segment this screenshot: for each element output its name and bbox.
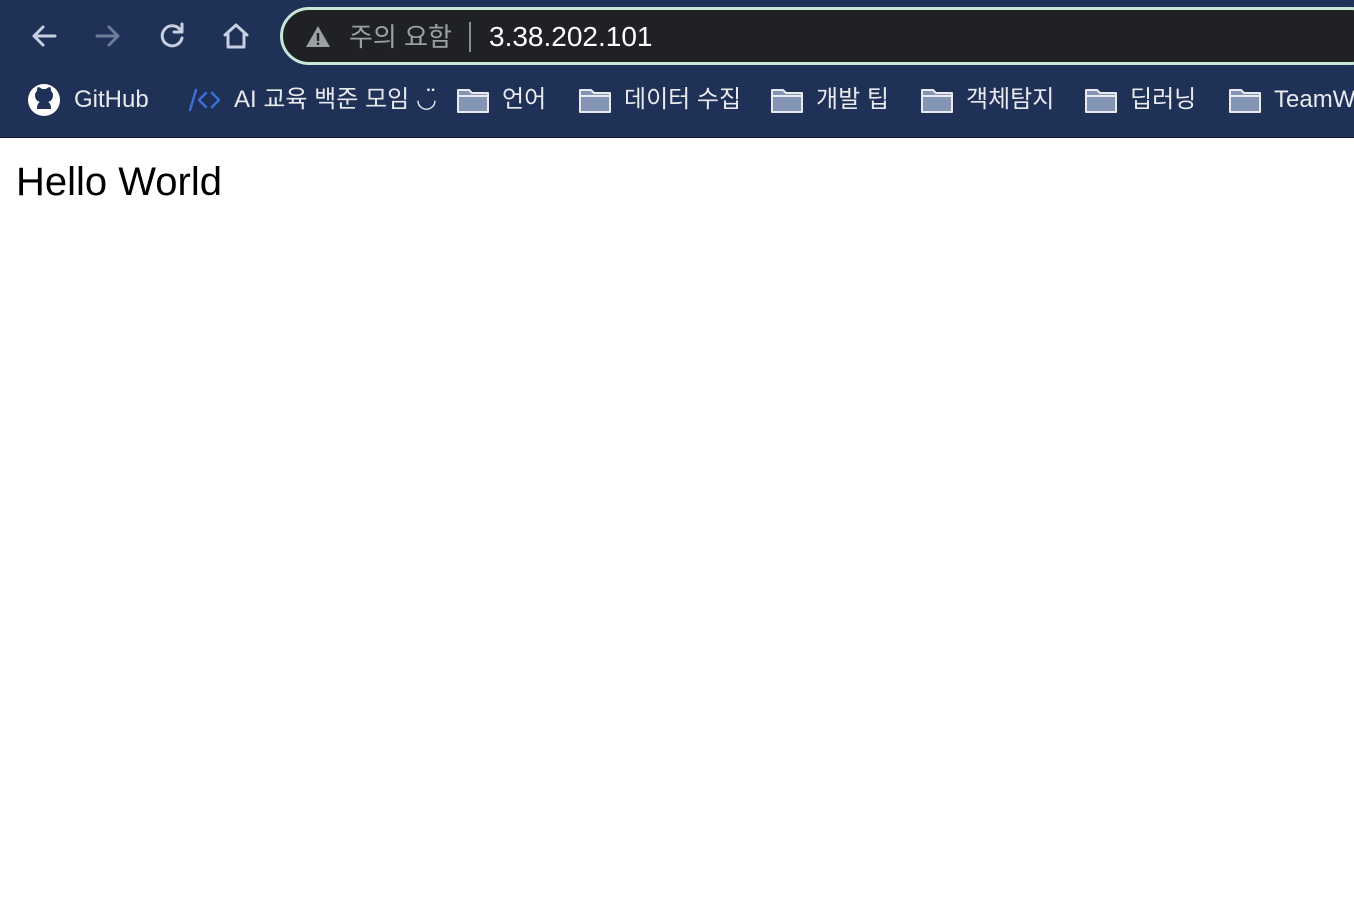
bookmark-label: 언어	[502, 86, 547, 113]
bookmark-folder-dev-tips[interactable]: 개발 팁	[770, 82, 889, 118]
page-heading: Hello World	[16, 160, 222, 204]
bookmark-label: 딥러닝	[1130, 86, 1197, 113]
bookmark-label: 객체탐지	[966, 86, 1055, 113]
warning-triangle-icon[interactable]	[305, 24, 331, 50]
folder-icon	[1085, 89, 1117, 113]
bookmark-folder-object-detection[interactable]: 객체탐지	[920, 82, 1054, 118]
security-status-label[interactable]: 주의 요함	[349, 20, 452, 54]
back-button[interactable]	[22, 14, 66, 58]
bookmark-label: 개발 팁	[816, 86, 889, 113]
bookmark-github[interactable]: GitHub	[26, 82, 149, 118]
browser-chrome: 주의 요함 3.38.202.101 GitHub AI 교육 백준 모임 ◡̈	[0, 0, 1354, 138]
folder-icon	[579, 89, 611, 113]
folder-icon	[921, 89, 953, 113]
code-icon	[188, 88, 221, 112]
forward-button[interactable]	[86, 14, 130, 58]
folder-icon	[457, 89, 489, 113]
bookmark-folder-language[interactable]: 언어	[456, 82, 546, 118]
bookmark-folder-teamw[interactable]: TeamW	[1228, 82, 1354, 118]
home-icon	[223, 23, 249, 49]
bookmark-label: 데이터 수집	[624, 86, 742, 113]
reload-button[interactable]	[150, 14, 194, 58]
folder-icon	[1229, 89, 1261, 113]
bookmark-folder-deep-learning[interactable]: 딥러닝	[1084, 82, 1196, 118]
home-button[interactable]	[214, 14, 258, 58]
bookmark-ai-study[interactable]: AI 교육 백준 모임 ◡̈	[186, 82, 437, 118]
browser-toolbar: 주의 요함 3.38.202.101	[0, 0, 1354, 72]
reload-icon	[160, 22, 184, 48]
address-bar[interactable]: 주의 요함 3.38.202.101	[280, 7, 1354, 65]
url-text[interactable]: 3.38.202.101	[489, 19, 653, 55]
folder-icon	[771, 89, 803, 113]
arrow-right-icon	[95, 25, 120, 47]
omnibox-divider	[469, 22, 471, 52]
github-icon	[28, 84, 60, 116]
bookmark-label: AI 교육 백준 모임 ◡̈	[234, 86, 437, 113]
bookmark-label: TeamW	[1274, 86, 1354, 113]
arrow-left-icon	[32, 25, 57, 47]
bookmark-label: GitHub	[74, 86, 149, 113]
bookmark-folder-data-collection[interactable]: 데이터 수집	[578, 82, 741, 118]
bookmarks-bar: GitHub AI 교육 백준 모임 ◡̈ 언어 데이터 수집 개발 팁 객체탐…	[0, 72, 1354, 136]
